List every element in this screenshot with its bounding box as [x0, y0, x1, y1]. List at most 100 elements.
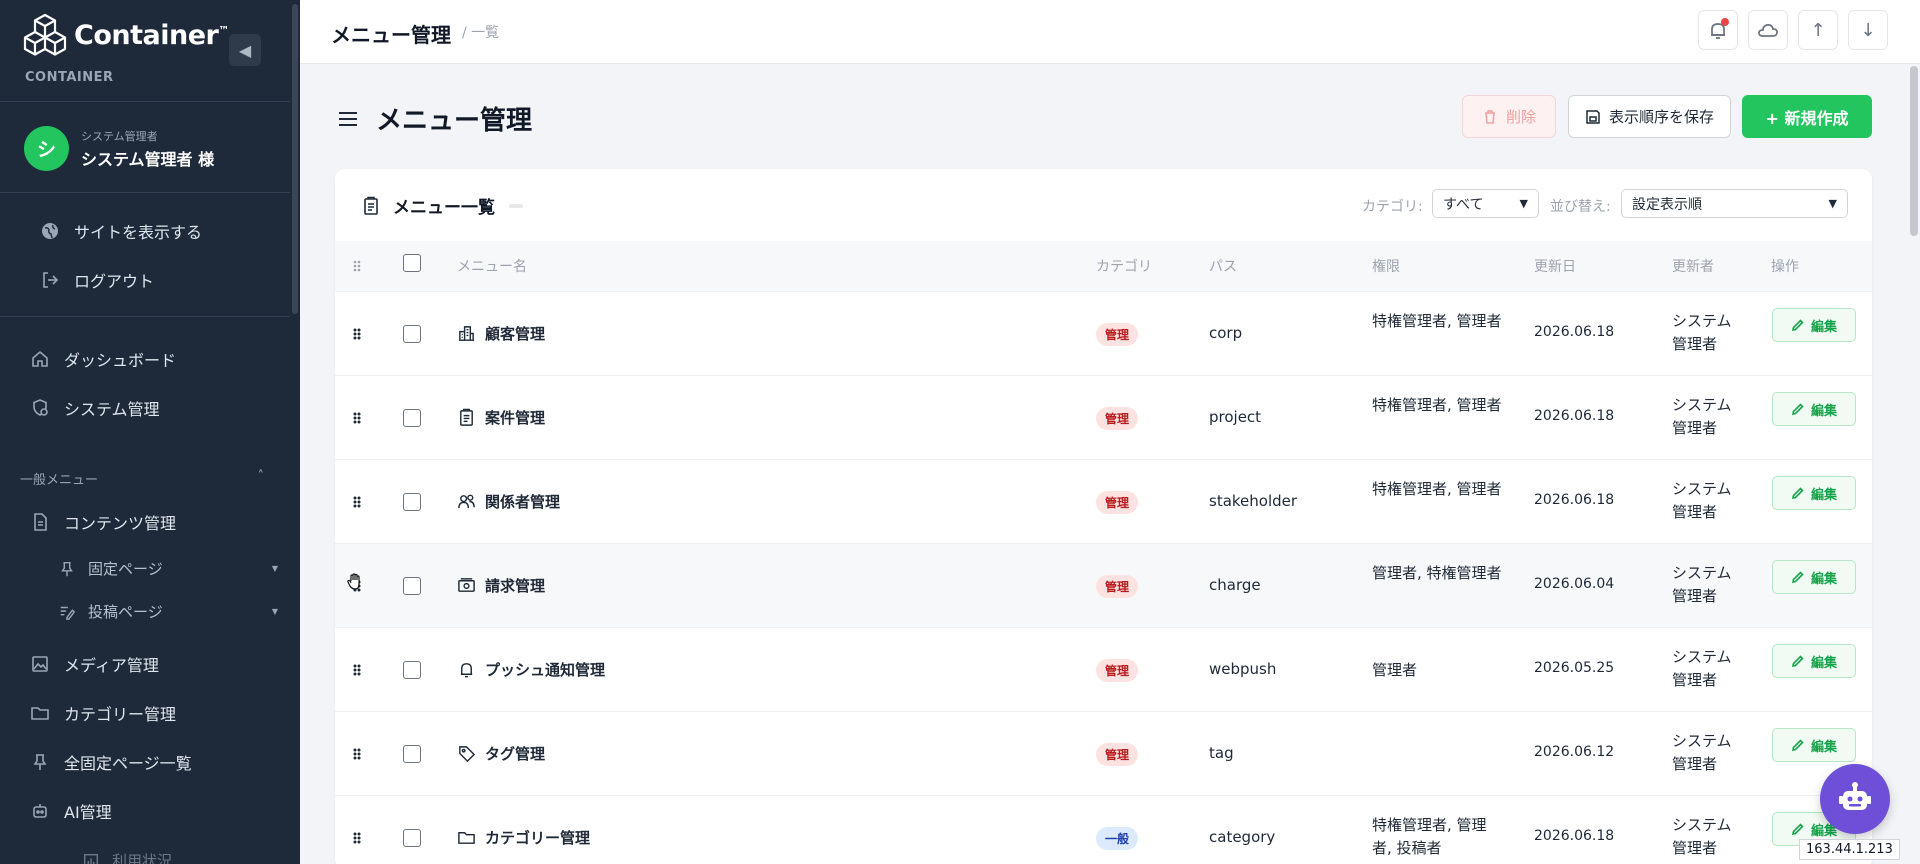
sidebar-section-general[interactable]: 一般メニュー ˄ [20, 469, 264, 488]
menu-name-cell: カテゴリー管理 [457, 827, 590, 848]
sidebar-item-content[interactable]: コンテンツ管理 [30, 510, 176, 534]
sidebar-item-label: システム管理 [64, 400, 160, 419]
table-row[interactable]: 案件管理 管理 project 特権管理者, 管理者 2026.06.18 シス… [335, 375, 1872, 459]
pin-icon [61, 561, 73, 576]
header-updated[interactable]: 更新日 [1534, 256, 1576, 276]
tag-icon [459, 746, 476, 763]
user-role: システム管理者 [81, 129, 158, 143]
updated-cell: 2026.06.04 [1534, 576, 1615, 592]
new-button[interactable]: + 新規作成 [1742, 95, 1872, 138]
updater-cell: システム管理者 [1672, 396, 1732, 437]
category-badge: 管理 [1096, 491, 1139, 514]
menu-name-cell: 顧客管理 [457, 323, 545, 344]
sort-select[interactable]: 設定表示順 ▼ [1621, 189, 1848, 218]
sidebar-item-dashboard[interactable]: ダッシュボード [30, 347, 176, 371]
brand-tm: ™ [218, 23, 229, 37]
row-checkbox[interactable] [403, 325, 421, 343]
sidebar-item-category[interactable]: カテゴリー管理 [30, 701, 176, 725]
edit-button[interactable]: 編集 [1772, 728, 1856, 762]
drag-handle-icon [349, 258, 365, 278]
permission-cell: 特権管理者, 管理者 [1372, 480, 1502, 498]
sidebar-subitem-usage[interactable]: 利用状況 [82, 850, 300, 864]
permission-cell: 管理者, 特権管理者 [1372, 564, 1502, 582]
folder-icon [458, 832, 475, 844]
table-row[interactable]: 関係者管理 管理 stakeholder 特権管理者, 管理者 2026.06.… [335, 459, 1872, 543]
table-row[interactable]: 顧客管理 管理 corp 特権管理者, 管理者 2026.06.18 システム管… [335, 291, 1872, 375]
user-profile[interactable]: シ システム管理者 システム管理者 様 [24, 126, 214, 171]
sidebar-item-system[interactable]: システム管理 [30, 396, 160, 420]
row-checkbox[interactable] [403, 745, 421, 763]
updated-cell: 2026.05.25 [1534, 660, 1615, 676]
save-icon [1586, 109, 1600, 124]
sidebar-scrollbar[interactable] [292, 4, 298, 314]
pin-icon [33, 754, 47, 770]
ai-assistant-button[interactable] [1820, 764, 1890, 834]
sidebar-item-ai[interactable]: AI管理 [30, 799, 112, 823]
header-name[interactable]: メニュー名 [457, 256, 527, 276]
table-row[interactable]: タグ管理 管理 tag 2026.06.12 システム管理者 編集 [335, 711, 1872, 795]
header-path[interactable]: パス [1209, 256, 1237, 276]
sidebar-item-site[interactable]: サイトを表示する [40, 219, 202, 243]
delete-button[interactable]: 削除 [1462, 95, 1556, 138]
drag-handle-icon[interactable] [349, 830, 365, 850]
sidebar-item-logout[interactable]: ログアウト [40, 268, 154, 292]
sidebar-item-all-fixed-pages[interactable]: 全固定ページ一覧 [30, 750, 192, 774]
save-order-button[interactable]: 表示順序を保存 [1568, 95, 1731, 138]
edit-button[interactable]: 編集 [1772, 392, 1856, 426]
edit-button[interactable]: 編集 [1772, 476, 1856, 510]
category-select[interactable]: すべて ▼ [1432, 189, 1539, 218]
cloud-button[interactable] [1748, 10, 1788, 50]
sidebar-item-label: カテゴリー管理 [64, 705, 177, 724]
row-checkbox[interactable] [403, 409, 421, 427]
scroll-up-button[interactable]: ↑ [1798, 10, 1838, 50]
updated-cell: 2026.06.18 [1534, 492, 1615, 508]
sidebar-collapse-button[interactable]: ◀ [229, 34, 261, 66]
notifications-button[interactable] [1698, 10, 1738, 50]
path-cell: corp [1209, 324, 1243, 342]
drag-handle-icon[interactable] [349, 494, 365, 514]
sort-label: 並び替え: [1550, 199, 1611, 215]
category-badge: 管理 [1096, 659, 1139, 682]
path-cell: webpush [1209, 660, 1277, 678]
row-checkbox[interactable] [403, 577, 421, 595]
row-checkbox[interactable] [403, 829, 421, 847]
sidebar-item-media[interactable]: メディア管理 [30, 652, 159, 676]
sidebar-divider [0, 101, 290, 102]
table-row[interactable]: カテゴリー管理 一般 category 特権管理者, 管理者, 投稿者 2026… [335, 795, 1872, 864]
edit-button[interactable]: 編集 [1772, 308, 1856, 342]
sidebar-item-label: サイトを表示する [74, 223, 203, 242]
pencil-icon [1791, 487, 1804, 500]
drag-handle-icon[interactable] [349, 662, 365, 682]
table-row[interactable]: 請求管理 管理 charge 管理者, 特権管理者 2026.06.04 システ… [335, 543, 1872, 627]
category-badge: 管理 [1096, 407, 1139, 430]
category-select-value: すべて [1443, 196, 1484, 213]
select-all-checkbox[interactable] [403, 254, 421, 272]
sidebar-divider [0, 316, 290, 317]
header-category[interactable]: カテゴリ [1096, 256, 1152, 276]
updated-cell: 2026.06.18 [1534, 324, 1615, 340]
edit-list-icon [60, 606, 76, 620]
header-permission[interactable]: 権限 [1372, 256, 1400, 276]
folder-icon [31, 707, 49, 720]
brand[interactable]: Container™ [22, 12, 229, 58]
table-row[interactable]: プッシュ通知管理 管理 webpush 管理者 2026.05.25 システム管… [335, 627, 1872, 711]
topbar: メニュー管理 / 一覧 ↑ ↓ [300, 0, 1920, 64]
scroll-down-button[interactable]: ↓ [1848, 10, 1888, 50]
sidebar-item-label: 全固定ページ一覧 [64, 754, 192, 773]
menu-name: 案件管理 [485, 409, 546, 427]
drag-handle-icon[interactable] [349, 410, 365, 430]
sidebar-subitem-post-page[interactable]: 投稿ページ ▼ [58, 601, 280, 622]
hamburger-icon[interactable] [336, 107, 360, 131]
page-scrollbar[interactable] [1910, 66, 1918, 236]
robot-icon [1839, 782, 1871, 810]
row-checkbox[interactable] [403, 661, 421, 679]
pencil-icon [1791, 655, 1804, 668]
header-updater[interactable]: 更新者 [1672, 256, 1714, 276]
edit-button[interactable]: 編集 [1772, 644, 1856, 678]
sidebar-subitem-fixed-page[interactable]: 固定ページ ▼ [58, 558, 280, 579]
row-checkbox[interactable] [403, 493, 421, 511]
drag-handle-icon[interactable] [349, 326, 365, 346]
drag-handle-icon[interactable] [349, 746, 365, 766]
edit-button[interactable]: 編集 [1772, 560, 1856, 594]
updater-cell: システム管理者 [1672, 480, 1732, 521]
